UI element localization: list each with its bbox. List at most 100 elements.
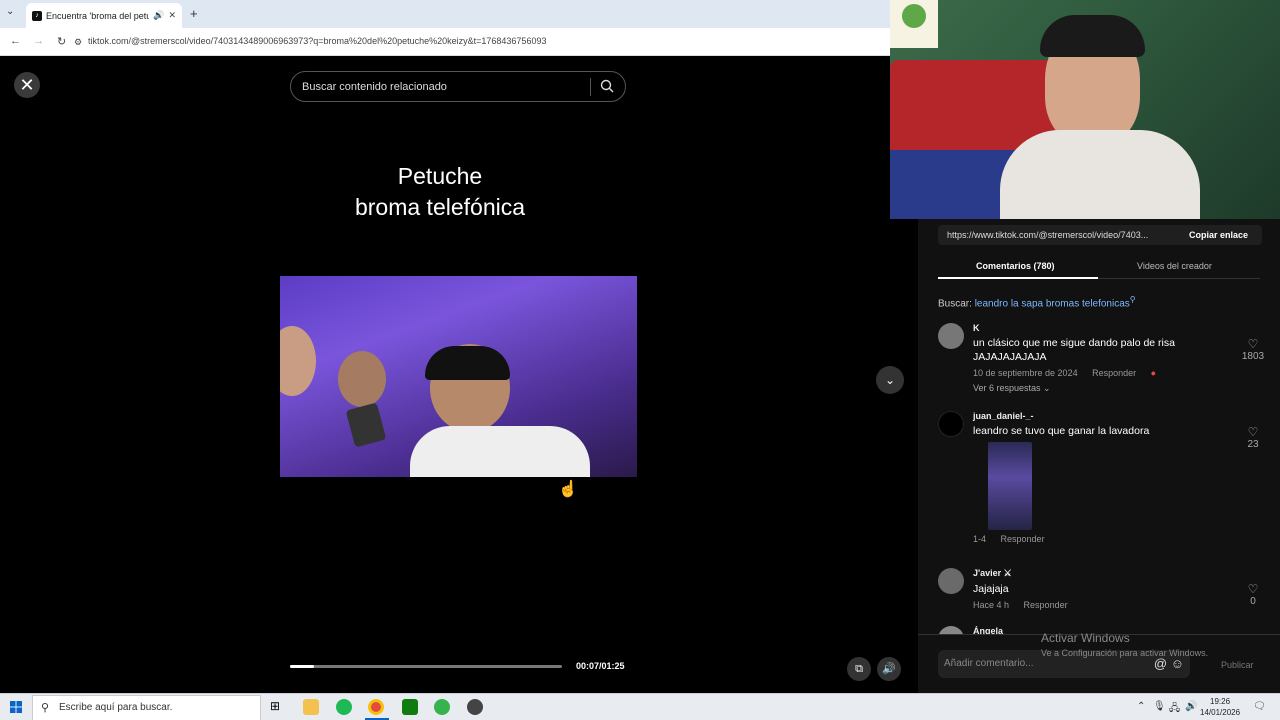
back-icon[interactable]: ←: [10, 35, 21, 47]
tiktok-favicon-icon: ♪: [32, 10, 42, 21]
comment-user[interactable]: J'avier ⚔: [973, 568, 1233, 579]
video-progress-bar[interactable]: [290, 665, 562, 668]
streamer-hair: [1040, 15, 1145, 57]
windows-taskbar: ⚲ Escribe aquí para buscar. ⊞ ⌃ 🎙 🖧 🔊 19…: [0, 693, 1280, 720]
microphone-icon[interactable]: 🎙: [1153, 701, 1166, 712]
comment-text: leandro se tuvo que ganar la lavadora: [973, 425, 1150, 437]
progress-fill: [290, 665, 315, 668]
publish-button[interactable]: Publicar: [1221, 660, 1254, 670]
tray-chevron-icon[interactable]: ⌃: [1137, 701, 1145, 712]
sticker-character: [902, 4, 926, 28]
tab-creator-videos[interactable]: Videos del creador: [1137, 261, 1212, 271]
url-field[interactable]: tiktok.com/@stremerscol/video/7403143489…: [88, 36, 546, 46]
browser-tab[interactable]: ♪ Encuentra 'broma del petu 🔊 ✕: [26, 3, 182, 28]
avatar[interactable]: [938, 568, 964, 594]
phone: [345, 402, 387, 448]
heart-icon[interactable]: ♡: [1238, 337, 1268, 351]
related-search-input[interactable]: Buscar contenido relacionado: [290, 71, 626, 102]
video-frame: [280, 276, 637, 477]
like-count: 0: [1250, 596, 1256, 607]
search-divider: [590, 78, 591, 96]
new-tab-button[interactable]: +: [190, 6, 198, 21]
webcam-overlay: [890, 0, 1280, 219]
sticker-image: [890, 0, 938, 48]
site-info-icon[interactable]: ⚙: [74, 37, 82, 48]
watermark-line1: Activar Windows: [1041, 631, 1130, 645]
like-button[interactable]: ♡ 0: [1238, 582, 1268, 607]
comment-image-thumbnail[interactable]: [988, 442, 1032, 530]
heart-icon[interactable]: ♡: [1238, 425, 1268, 439]
clock-date: 14/01/2026: [1200, 708, 1241, 717]
video-player[interactable]: Buscar contenido relacionado Petuche bro…: [280, 57, 637, 693]
chrome-icon[interactable]: [368, 699, 384, 715]
view-replies-label: Ver 6 respuestas: [973, 383, 1041, 393]
search-prefix: Buscar:: [938, 298, 972, 310]
reply-button[interactable]: Responder: [1024, 600, 1068, 610]
mention-icon[interactable]: @: [1154, 656, 1167, 671]
comments-panel: https://www.tiktok.com/@stremerscol/vide…: [918, 219, 1280, 693]
share-link-box[interactable]: https://www.tiktok.com/@stremerscol/vide…: [938, 225, 1262, 245]
utorrent-icon[interactable]: [434, 699, 450, 715]
search-query-link[interactable]: leandro la sapa bromas telefonicas: [975, 298, 1130, 309]
obs-icon[interactable]: [467, 699, 483, 715]
copy-link-button[interactable]: Copiar enlace: [1189, 230, 1248, 240]
video-title-line1: Petuche: [397, 163, 483, 189]
tab-title: Encuentra 'broma del petu: [46, 10, 150, 21]
speaker-icon[interactable]: 🔊: [1185, 701, 1197, 712]
search-suggestion[interactable]: Buscar: leandro la sapa bromas telefonic…: [938, 295, 1136, 309]
reply-button[interactable]: Responder: [1001, 534, 1045, 544]
share-link: https://www.tiktok.com/@stremerscol/vide…: [947, 230, 1149, 240]
spotify-icon[interactable]: [336, 699, 352, 715]
reply-button[interactable]: Responder: [1092, 368, 1136, 378]
like-button[interactable]: ♡ 1803: [1238, 337, 1268, 362]
video-title-overlay: Petuche broma telefónica: [280, 161, 600, 223]
like-button[interactable]: ♡ 23: [1238, 425, 1268, 450]
avatar[interactable]: [938, 323, 964, 349]
avatar[interactable]: [938, 411, 964, 437]
comment-date: Hace 4 h: [973, 600, 1010, 610]
video-title-line2: broma telefónica: [354, 194, 526, 220]
add-comment-placeholder: Añadir comentario...: [944, 658, 1034, 669]
tab-list-chevron-icon[interactable]: ⌄: [6, 6, 20, 20]
panel-tabs: Comentarios (780) Videos del creador: [938, 257, 1260, 279]
forward-icon[interactable]: →: [33, 35, 44, 47]
avatar[interactable]: [938, 626, 964, 634]
search-placeholder: Buscar contenido relacionado: [302, 80, 447, 93]
close-tab-icon[interactable]: ✕: [168, 10, 176, 21]
comment-date: 10 de septiembre de 2024: [973, 368, 1078, 378]
person-left: [280, 326, 316, 396]
taskbar-search-input[interactable]: ⚲ Escribe aquí para buscar.: [32, 695, 261, 720]
search-icon[interactable]: [600, 79, 614, 96]
active-tab-underline: [938, 277, 1098, 279]
clock-time: 19:26: [1210, 697, 1231, 706]
notifications-icon[interactable]: 🗨: [1253, 701, 1266, 712]
taskbar-search-placeholder: Escribe aquí para buscar.: [59, 702, 173, 713]
comment-text: Jajajaja: [973, 583, 1009, 595]
next-video-chevron-icon[interactable]: ⌄: [876, 366, 904, 394]
close-video-button[interactable]: ✕: [14, 72, 40, 98]
view-replies-button[interactable]: Ver 6 respuestas ⌄: [973, 383, 1233, 394]
pip-icon[interactable]: ⧉: [847, 657, 871, 681]
comment-item: juan_daniel-_- leandro se tuvo que ganar…: [938, 411, 1268, 561]
windows-start-icon[interactable]: [10, 701, 22, 713]
comment-user[interactable]: juan_daniel-_-: [973, 411, 1233, 421]
task-view-icon[interactable]: ⊞: [270, 699, 286, 715]
network-icon[interactable]: 🖧: [1169, 701, 1180, 718]
heart-icon[interactable]: ♡: [1238, 582, 1268, 596]
comment-item: J'avier ⚔ Jajajaja Hace 4 h Responder ♡ 0: [938, 568, 1268, 618]
taskbar-clock[interactable]: 19:26 14/01/2026: [1200, 696, 1240, 718]
reload-icon[interactable]: ↻: [57, 35, 66, 48]
xbox-icon[interactable]: [402, 699, 418, 715]
sound-icon[interactable]: 🔊: [153, 10, 164, 21]
tab-comments[interactable]: Comentarios (780): [976, 261, 1055, 271]
like-count: 23: [1247, 439, 1259, 450]
cap: [425, 346, 510, 380]
comment-user[interactable]: K: [973, 323, 1233, 333]
file-explorer-icon[interactable]: [303, 699, 319, 715]
volume-icon[interactable]: 🔊: [877, 657, 901, 681]
comment-text: un clásico que me sigue dando palo de ri…: [973, 337, 1175, 363]
emoji-icon[interactable]: ☺: [1171, 656, 1184, 671]
comment-meta: Hace 4 h Responder: [973, 600, 1233, 610]
like-count: 1803: [1241, 351, 1265, 362]
search-icon: ⚲: [41, 702, 50, 714]
